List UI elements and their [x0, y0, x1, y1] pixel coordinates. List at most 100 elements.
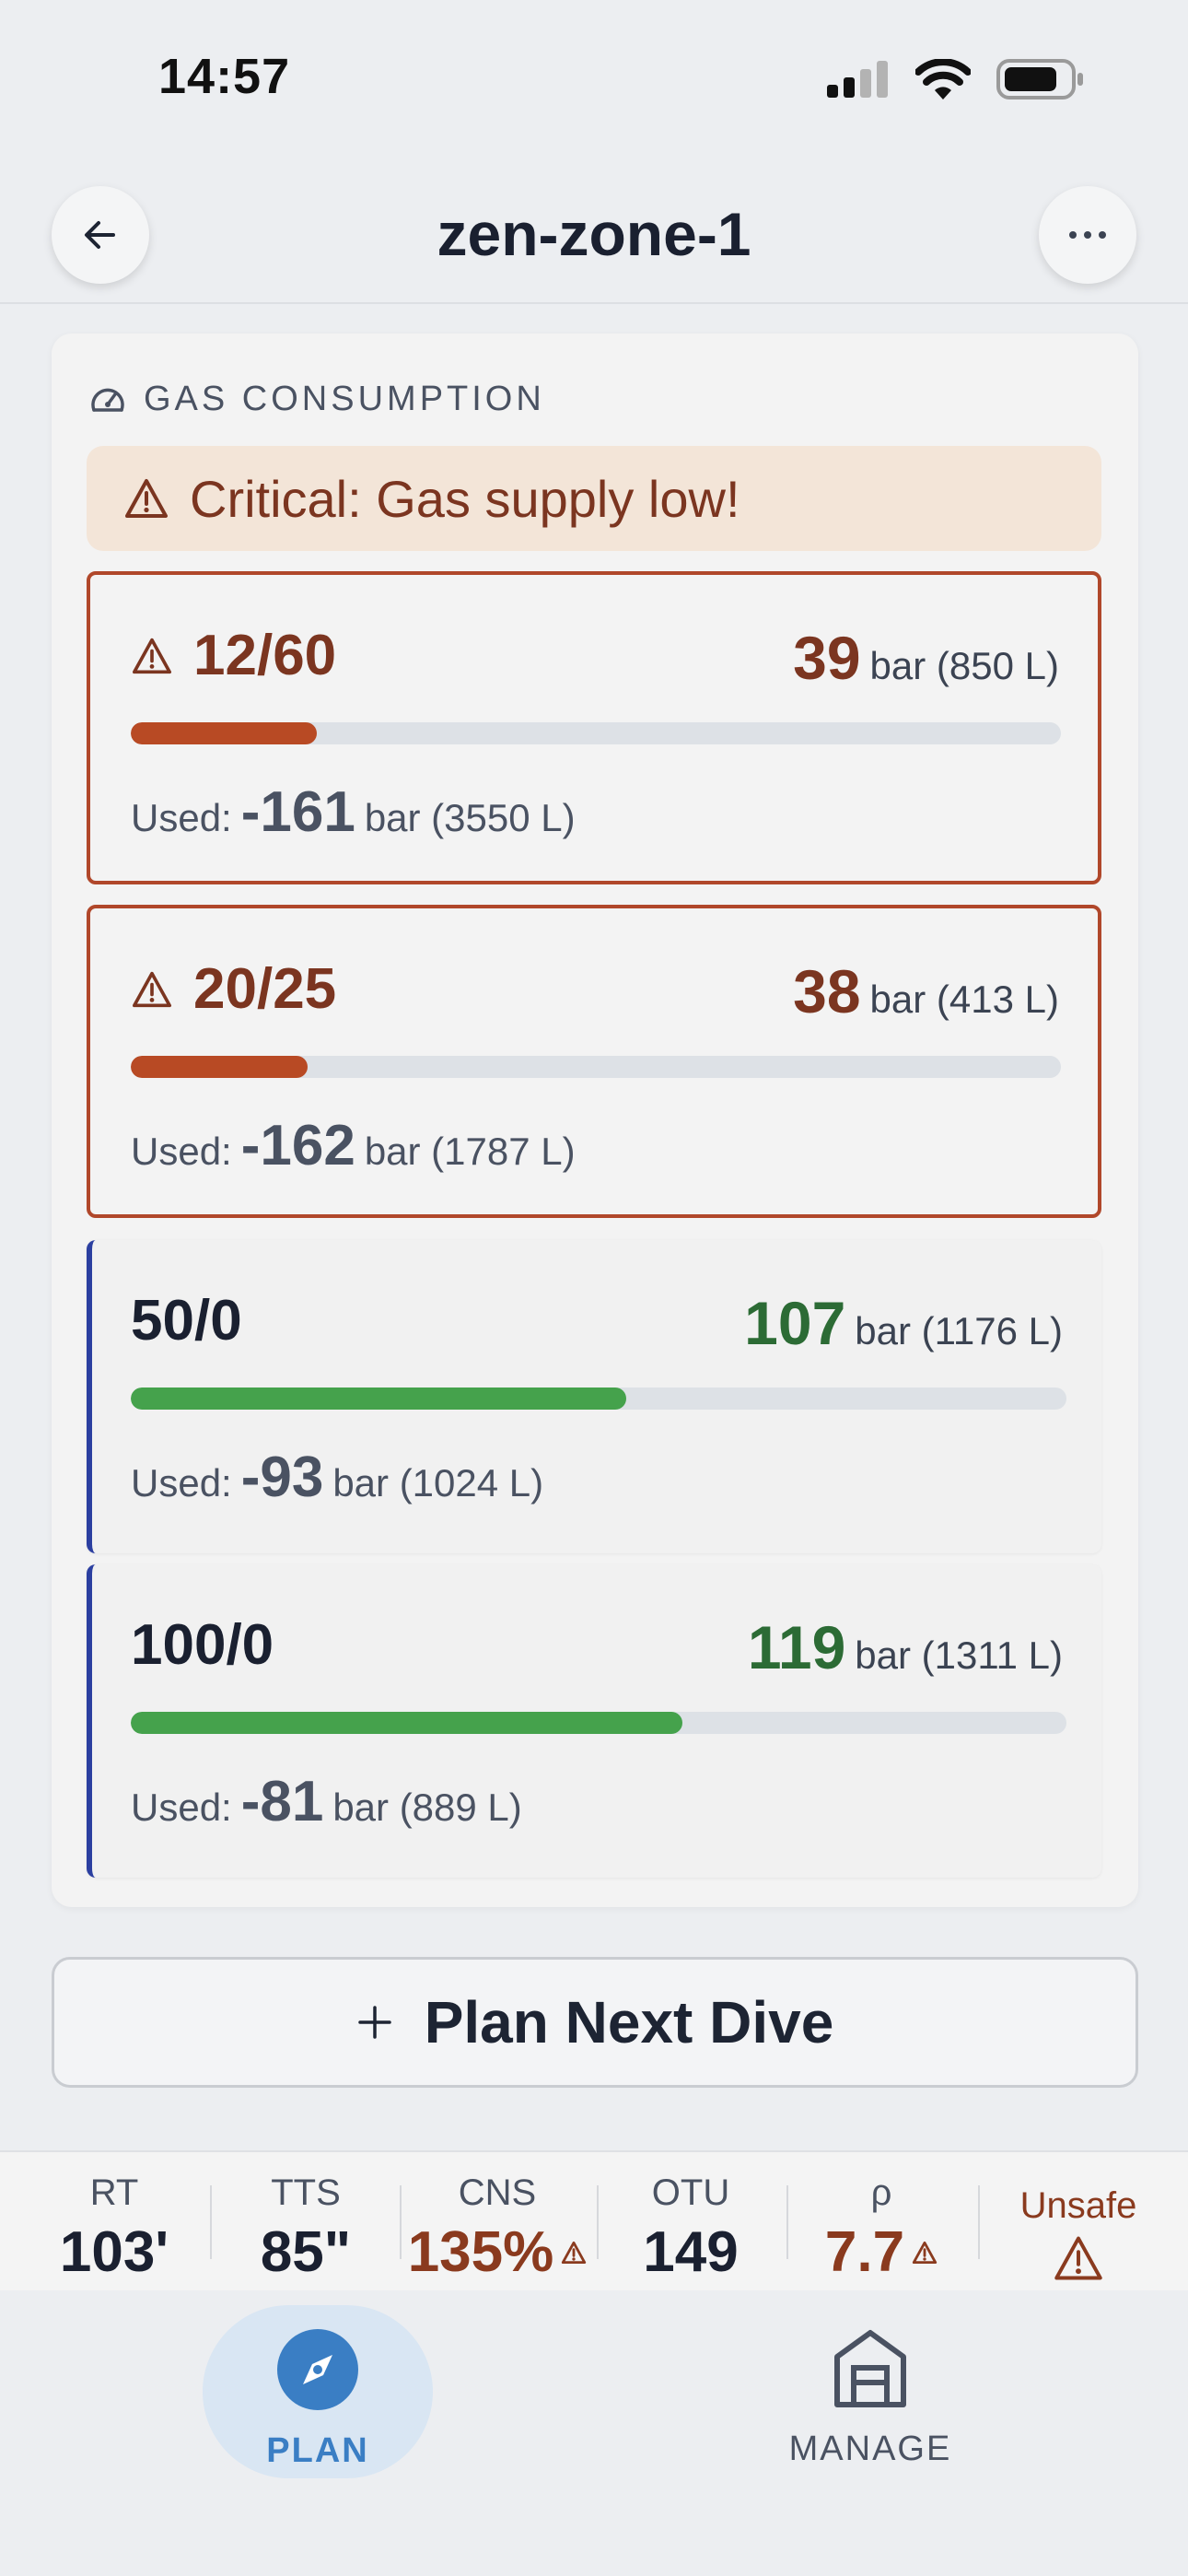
- gas-name-group: 20/25: [131, 956, 336, 1022]
- alert-message: Critical: Gas supply low!: [190, 469, 740, 528]
- plus-icon: [357, 2006, 391, 2039]
- tab-plan-label: PLAN: [266, 2431, 369, 2470]
- remaining-pressure: 119: [747, 1613, 846, 1681]
- gas-item-12-60[interactable]: 12/60 39 bar (850 L) Used: -161 bar (355…: [87, 571, 1101, 884]
- gas-name-group: 12/60: [131, 623, 336, 688]
- used-label: Used:: [131, 1786, 232, 1829]
- stat-label: OTU: [651, 2172, 730, 2213]
- critical-alert-banner: Critical: Gas supply low!: [87, 446, 1101, 551]
- gas-consumption-card: GAS CONSUMPTION Critical: Gas supply low…: [52, 334, 1138, 1907]
- remaining-pressure: 38: [793, 957, 861, 1025]
- cns-value: 135%: [407, 2220, 554, 2284]
- tab-plan[interactable]: PLAN: [203, 2327, 433, 2471]
- warning-icon: [1054, 2236, 1102, 2280]
- tab-manage-label: MANAGE: [788, 2430, 952, 2468]
- unsafe-icon-wrap: [982, 2234, 1175, 2287]
- warning-icon: [125, 479, 168, 518]
- gas-level-fill: [131, 722, 317, 744]
- tab-manage[interactable]: MANAGE: [755, 2327, 985, 2469]
- remaining-unit: bar (413 L): [869, 978, 1059, 1021]
- stat-value: 103': [59, 2220, 169, 2284]
- gas-used: Used: -162 bar (1787 L): [131, 1113, 576, 1178]
- warning-icon: [132, 971, 171, 1007]
- gas-level-fill: [131, 1388, 627, 1410]
- warning-icon: [562, 2241, 587, 2264]
- gas-item-20-25[interactable]: 20/25 38 bar (413 L) Used: -162 bar (178…: [87, 905, 1101, 1218]
- gas-name: 20/25: [193, 957, 337, 1021]
- density-value: 7.7: [824, 2220, 905, 2284]
- stat-divider: [210, 2185, 212, 2259]
- section-title: GAS CONSUMPTION: [144, 380, 545, 418]
- gas-name: 50/0: [131, 1289, 242, 1352]
- header: zen-zone-1: [0, 175, 1188, 304]
- stat-divider: [978, 2185, 980, 2259]
- stat-otu: OTU 149: [599, 2152, 783, 2292]
- stat-density: ρ 7.7: [788, 2152, 974, 2292]
- warehouse-icon: [834, 2330, 906, 2407]
- warning-icon: [132, 638, 171, 673]
- stat-label: CNS: [458, 2172, 537, 2213]
- gas-name: 100/0: [131, 1613, 274, 1677]
- gauge-icon: [91, 388, 124, 412]
- used-pressure: -161: [240, 780, 355, 844]
- used-pressure: -93: [240, 1446, 324, 1509]
- stat-rt: RT 103': [20, 2152, 208, 2292]
- stat-cns: CNS 135%: [402, 2152, 593, 2292]
- stat-label: ρ: [870, 2172, 892, 2213]
- plan-next-dive-label: Plan Next Dive: [424, 1989, 834, 2055]
- used-pressure: -81: [240, 1770, 324, 1833]
- gas-level-bar: [131, 722, 1061, 744]
- cellular-signal-icon: [827, 61, 888, 98]
- remaining-unit: bar (850 L): [869, 644, 1059, 687]
- gas-name-group: 50/0: [131, 1288, 242, 1353]
- screen: 14:57 zen-zone-1 GAS CONSUMPTION Critica…: [0, 0, 1188, 2576]
- wifi-icon: [915, 59, 971, 100]
- used-label: Used:: [131, 796, 232, 839]
- stat-value: 85": [260, 2220, 352, 2284]
- stat-tts: TTS 85": [214, 2152, 398, 2292]
- battery-icon: [996, 59, 1083, 100]
- gas-remaining: 119 bar (1311 L): [748, 1612, 1063, 1682]
- gas-item-50-0[interactable]: 50/0 107 bar (1176 L) Used: -93 bar (102…: [87, 1240, 1101, 1553]
- gas-remaining: 38 bar (413 L): [793, 956, 1059, 1026]
- gas-name: 12/60: [193, 624, 337, 687]
- remaining-pressure: 107: [744, 1289, 846, 1357]
- gas-remaining: 39 bar (850 L): [793, 623, 1059, 693]
- stat-value: 7.7: [788, 2219, 974, 2285]
- compass-icon: [277, 2329, 358, 2410]
- section-header: GAS CONSUMPTION: [88, 380, 545, 419]
- stat-value: 135%: [402, 2219, 593, 2285]
- used-unit: bar (1024 L): [332, 1461, 544, 1505]
- remaining-unit: bar (1311 L): [855, 1633, 1063, 1677]
- stat-value: 149: [643, 2220, 739, 2284]
- used-unit: bar (1787 L): [364, 1130, 576, 1173]
- gas-item-100-0[interactable]: 100/0 119 bar (1311 L) Used: -81 bar (88…: [87, 1564, 1101, 1878]
- gas-used: Used: -81 bar (889 L): [131, 1769, 522, 1834]
- used-pressure: -162: [240, 1114, 355, 1177]
- more-horizontal-icon: [1069, 231, 1106, 239]
- remaining-pressure: 39: [793, 624, 861, 692]
- dive-stats-bar: RT 103' TTS 85" CNS 135% OTU 149 ρ 7.7 U…: [0, 2150, 1188, 2290]
- gas-level-bar: [131, 1388, 1066, 1410]
- used-label: Used:: [131, 1461, 232, 1505]
- unsafe-label: Unsafe: [1019, 2185, 1137, 2226]
- gas-level-fill: [131, 1712, 683, 1734]
- used-unit: bar (3550 L): [364, 796, 576, 839]
- gas-used: Used: -161 bar (3550 L): [131, 779, 576, 845]
- status-icons: [827, 59, 1085, 100]
- more-options-button[interactable]: [1039, 186, 1136, 284]
- remaining-unit: bar (1176 L): [855, 1309, 1063, 1352]
- gas-level-fill: [131, 1056, 308, 1078]
- warning-icon: [912, 2241, 938, 2264]
- status-time: 14:57: [158, 49, 291, 104]
- gas-level-bar: [131, 1712, 1066, 1734]
- plan-next-dive-button[interactable]: Plan Next Dive: [52, 1957, 1138, 2088]
- gas-used: Used: -93 bar (1024 L): [131, 1445, 543, 1510]
- used-label: Used:: [131, 1130, 232, 1173]
- gas-remaining: 107 bar (1176 L): [744, 1288, 1063, 1358]
- stat-unsafe: Unsafe: [982, 2152, 1175, 2292]
- gas-level-bar: [131, 1056, 1061, 1078]
- tab-bar: PLAN MANAGE: [0, 2290, 1188, 2576]
- page-title: zen-zone-1: [437, 200, 751, 268]
- stat-label: RT: [89, 2172, 139, 2213]
